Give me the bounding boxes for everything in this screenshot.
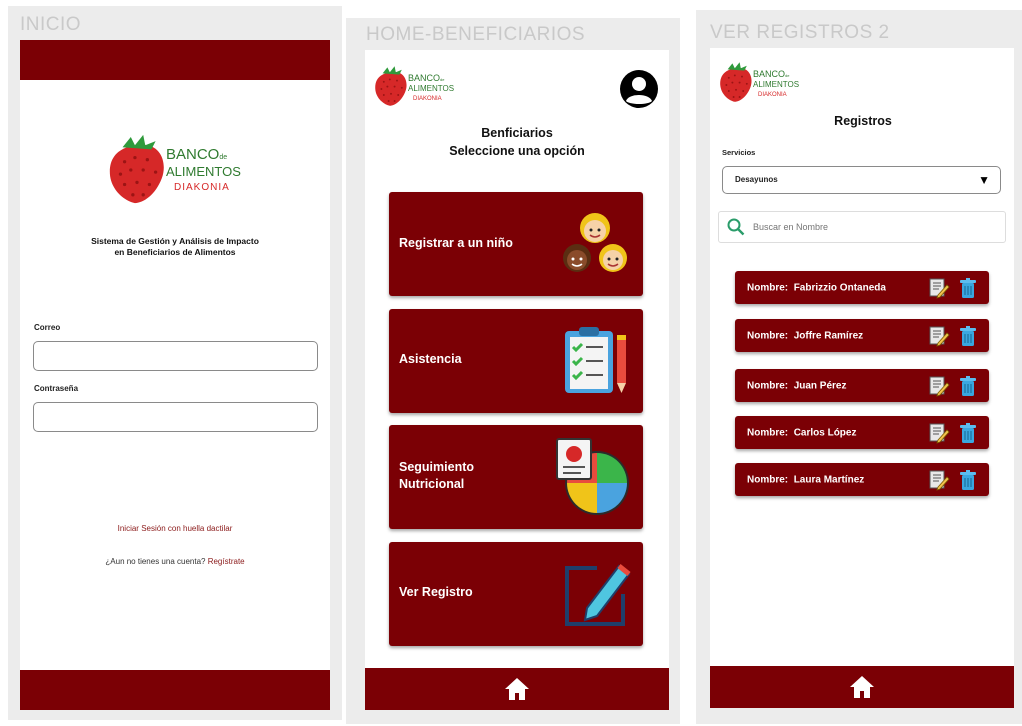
record-row: Nombre: Juan Pérez bbox=[735, 369, 989, 402]
view-records-label: Ver Registro bbox=[399, 585, 473, 599]
delete-icon[interactable] bbox=[957, 375, 979, 397]
services-label: Servicios bbox=[722, 148, 756, 157]
registros-frame-title: VER REGISTROS 2 bbox=[710, 22, 890, 43]
logo-text-de: de bbox=[785, 73, 790, 78]
edit-icon[interactable] bbox=[928, 422, 950, 444]
children-icon bbox=[563, 213, 627, 272]
record-prefix: Nombre: bbox=[747, 330, 789, 341]
registros-heading: Registros bbox=[834, 114, 892, 128]
nutrition-tracking-label: Seguimiento Nutricional bbox=[399, 460, 475, 491]
record-prefix: Nombre: bbox=[747, 380, 789, 391]
logo-text-alimentos: ALIMENTOS bbox=[408, 84, 455, 93]
edit-icon[interactable] bbox=[928, 277, 950, 299]
strawberry-logo-icon bbox=[718, 60, 754, 104]
email-label: Correo bbox=[34, 323, 61, 332]
home-frame-title: HOME-BENEFICIARIOS bbox=[366, 24, 586, 45]
register-child-card[interactable]: Registrar a un niño bbox=[389, 192, 643, 296]
record-name: Joffre Ramírez bbox=[793, 330, 864, 341]
logo-text-alimentos: ALIMENTOS bbox=[753, 80, 800, 89]
register-child-label: Registrar a un niño bbox=[399, 236, 513, 250]
logo-text-banco: BANCO bbox=[408, 73, 441, 83]
search-icon bbox=[727, 218, 745, 236]
registros-logo: BANCOde ALIMENTOS DIAKONIA bbox=[718, 60, 818, 108]
nutrition-chart-icon bbox=[556, 438, 629, 515]
home-logo: BANCOde ALIMENTOS DIAKONIA bbox=[373, 64, 473, 112]
fingerprint-login-link[interactable]: Iniciar Sesión con huella dactilar bbox=[20, 524, 330, 533]
edit-icon[interactable] bbox=[928, 325, 950, 347]
logo-text-diakonia: DIAKONIA bbox=[758, 92, 787, 98]
edit-pencil-icon bbox=[565, 564, 631, 626]
logo-text-diakonia: DIAKONIA bbox=[174, 182, 230, 193]
record-row: Nombre: Carlos López bbox=[735, 416, 989, 449]
chevron-down-icon: ▼ bbox=[978, 173, 990, 187]
inicio-top-bar bbox=[20, 40, 330, 80]
edit-icon[interactable] bbox=[928, 469, 950, 491]
inicio-bottom-bar bbox=[20, 670, 330, 710]
home-heading: Benficiarios Seleccione una opción bbox=[365, 124, 669, 160]
register-link[interactable]: Regístrate bbox=[208, 557, 245, 566]
logo-text-diakonia: DIAKONIA bbox=[413, 96, 442, 102]
record-row: Nombre: Joffre Ramírez bbox=[735, 319, 989, 352]
search-input[interactable] bbox=[753, 217, 993, 237]
strawberry-logo-icon bbox=[106, 132, 168, 206]
password-label: Contraseña bbox=[34, 384, 79, 393]
delete-icon[interactable] bbox=[957, 422, 979, 444]
delete-icon[interactable] bbox=[957, 325, 979, 347]
user-circle-icon[interactable] bbox=[619, 69, 659, 109]
app-subtitle-line2: en Beneficiarios de Alimentos bbox=[114, 247, 236, 257]
services-selected-value: Desayunos bbox=[735, 175, 778, 184]
logo-text-banco: BANCO bbox=[166, 146, 220, 163]
record-name: Fabrizzio Ontaneda bbox=[793, 282, 886, 293]
email-field[interactable] bbox=[33, 341, 318, 371]
home-heading-line1: Benficiarios bbox=[481, 126, 553, 140]
home-screen: BANCOde ALIMENTOS DIAKONIA Benficiarios … bbox=[365, 50, 669, 710]
inicio-logo: BANCOde ALIMENTOS DIAKONIA bbox=[106, 132, 256, 212]
delete-icon[interactable] bbox=[957, 469, 979, 491]
record-name: Carlos López bbox=[793, 427, 857, 438]
logo-text-alimentos: ALIMENTOS bbox=[166, 164, 241, 179]
record-prefix: Nombre: bbox=[747, 427, 789, 438]
registros-bottom-bar bbox=[710, 666, 1014, 708]
registros-screen: BANCOde ALIMENTOS DIAKONIA Registros Ser… bbox=[710, 48, 1014, 708]
app-subtitle: Sistema de Gestión y Análisis de Impacto… bbox=[20, 236, 330, 258]
home-bottom-bar bbox=[365, 668, 669, 710]
home-heading-line2: Seleccione una opción bbox=[449, 144, 585, 158]
inicio-frame-title: INICIO bbox=[20, 14, 82, 35]
edit-icon[interactable] bbox=[928, 375, 950, 397]
record-label: Nombre: Juan Pérez bbox=[747, 380, 847, 391]
logo-text-banco: BANCO bbox=[753, 69, 786, 79]
record-row: Nombre: Laura Martínez bbox=[735, 463, 989, 496]
record-name: Juan Pérez bbox=[793, 380, 847, 391]
record-prefix: Nombre: bbox=[747, 282, 789, 293]
record-label: Nombre: Carlos López bbox=[747, 427, 856, 438]
search-box bbox=[718, 211, 1006, 243]
delete-icon[interactable] bbox=[957, 277, 979, 299]
logo-text-de: de bbox=[440, 77, 445, 82]
record-label: Nombre: Fabrizzio Ontaneda bbox=[747, 282, 886, 293]
inicio-screen: BANCOde ALIMENTOS DIAKONIA Sistema de Ge… bbox=[20, 40, 330, 710]
strawberry-logo-icon bbox=[373, 64, 409, 108]
clipboard-checklist-icon bbox=[565, 327, 626, 393]
record-name: Laura Martínez bbox=[793, 474, 865, 485]
fingerprint-login-label: Iniciar Sesión con huella dactilar bbox=[117, 524, 233, 533]
record-label: Nombre: Joffre Ramírez bbox=[747, 330, 863, 341]
no-account-text: ¿Aun no tienes una cuenta? bbox=[105, 557, 206, 566]
attendance-card[interactable]: Asistencia bbox=[389, 309, 643, 413]
password-field[interactable] bbox=[33, 402, 318, 432]
home-icon[interactable] bbox=[504, 677, 530, 701]
home-icon[interactable] bbox=[849, 675, 875, 699]
view-records-card[interactable]: Ver Registro bbox=[389, 542, 643, 646]
attendance-label: Asistencia bbox=[399, 352, 462, 366]
register-prompt: ¿Aun no tienes una cuenta? Regístrate bbox=[20, 557, 330, 566]
record-row: Nombre: Fabrizzio Ontaneda bbox=[735, 271, 989, 304]
record-label: Nombre: Laura Martínez bbox=[747, 474, 864, 485]
nutrition-tracking-card[interactable]: Seguimiento Nutricional bbox=[389, 425, 643, 529]
app-subtitle-line1: Sistema de Gestión y Análisis de Impacto bbox=[91, 236, 259, 246]
services-select[interactable]: Desayunos ▼ bbox=[722, 166, 1001, 194]
record-prefix: Nombre: bbox=[747, 474, 789, 485]
logo-text-de: de bbox=[219, 154, 228, 161]
